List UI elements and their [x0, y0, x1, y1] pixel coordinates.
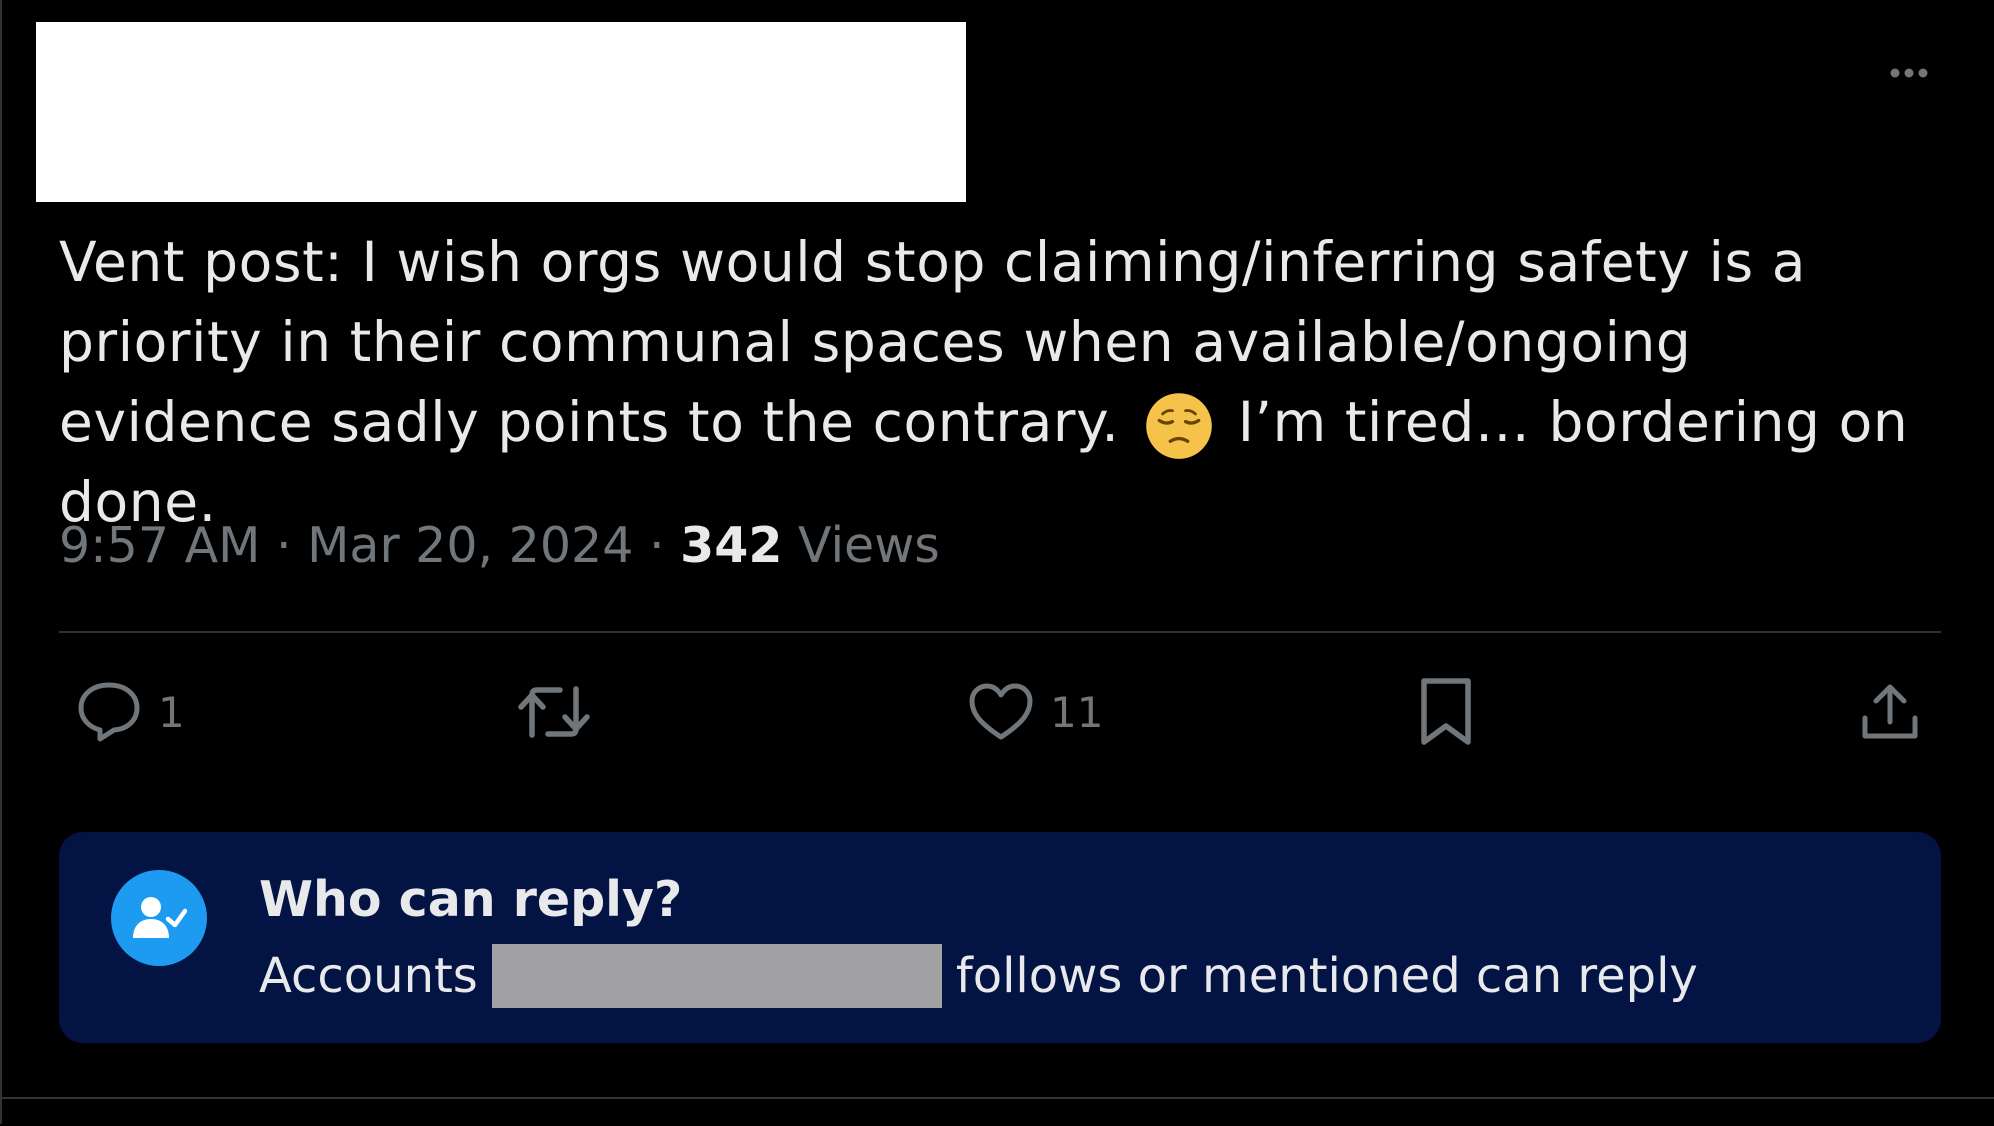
- bookmark-icon: [1421, 678, 1471, 745]
- reply-icon: [78, 682, 140, 742]
- post-text: Vent post: I wish orgs would stop claimi…: [59, 222, 1959, 542]
- meta-separator: ·: [276, 517, 292, 574]
- post-time: 9:57 AM: [59, 517, 261, 574]
- post-date[interactable]: Mar 20, 2024: [307, 517, 633, 574]
- reply-restriction-title: Who can reply?: [259, 871, 683, 928]
- meta-separator: ·: [648, 517, 665, 574]
- retweet-icon: [518, 686, 590, 738]
- pensive-face-icon: [1145, 393, 1212, 459]
- reply-restriction-avatar: [111, 870, 207, 966]
- post-meta: 9:57 AM · Mar 20, 2024 · 342 Views: [59, 508, 940, 584]
- reply-button[interactable]: 1: [76, 672, 185, 752]
- more-options-button[interactable]: [1884, 58, 1934, 88]
- like-icon: [969, 683, 1033, 740]
- retweet-button[interactable]: [516, 672, 592, 752]
- bottom-divider: [2, 1097, 1994, 1099]
- redacted-username: [491, 944, 942, 1008]
- share-icon: [1862, 684, 1918, 739]
- divider: [59, 631, 1941, 633]
- post-container: Vent post: I wish orgs would stop claimi…: [0, 0, 1994, 1124]
- redacted-author-header: [36, 22, 966, 202]
- like-count: 11: [1050, 687, 1104, 737]
- more-icon: [1890, 68, 1928, 78]
- reply-desc-prefix: Accounts: [259, 948, 478, 1004]
- views-label: Views: [798, 517, 940, 574]
- reply-desc-suffix: follows or mentioned can reply: [955, 948, 1698, 1004]
- like-button[interactable]: 11: [968, 672, 1103, 752]
- bookmark-button[interactable]: [1418, 672, 1474, 752]
- user-check-icon: [133, 897, 187, 938]
- reply-count: 1: [158, 687, 185, 737]
- reply-restriction-description: Accounts follows or mentioned can reply: [259, 944, 1698, 1008]
- views-count: 342: [680, 517, 783, 574]
- share-button[interactable]: [1860, 672, 1920, 752]
- reply-restriction-notice: Who can reply? Accounts follows or menti…: [59, 832, 1941, 1043]
